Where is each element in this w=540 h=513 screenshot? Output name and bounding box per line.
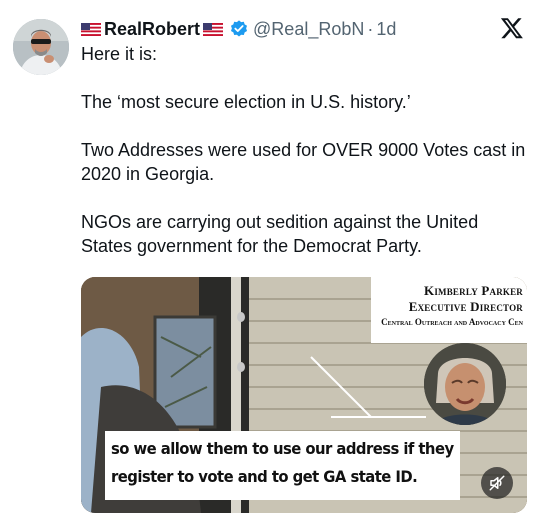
tweet-text: Here it is: The ‘most secure election in… (81, 42, 526, 282)
speaker-title: Executive Director (408, 299, 523, 314)
video-player[interactable]: Kimberly Parker Executive Director Centr… (81, 277, 527, 513)
tweet-paragraph: The ‘most secure election in U.S. histor… (81, 92, 411, 112)
speaker-inset-photo (424, 343, 506, 425)
video-caption: so we allow them to use our address if t… (105, 431, 460, 500)
user-handle[interactable]: @Real_RobN (253, 19, 364, 40)
speaker-face (424, 343, 506, 425)
muted-speaker-icon (489, 475, 505, 491)
caption-line: so we allow them to use our address if t… (111, 439, 454, 458)
avatar[interactable] (13, 19, 69, 75)
caption-line: register to vote and to get GA state ID. (111, 467, 418, 486)
avatar-image (13, 19, 69, 75)
mute-button[interactable] (481, 467, 513, 499)
separator-dot: · (367, 18, 374, 39)
name-lower-third: Kimberly Parker Executive Director Centr… (371, 277, 527, 343)
display-name[interactable]: RealRobert (104, 19, 200, 40)
tweet-header: RealRobert @Real_RobN · 1d (81, 16, 540, 42)
speaker-organization: Central Outreach and Advocacy Cen (381, 317, 523, 327)
tweet-paragraph: NGOs are carrying out sedition against t… (81, 212, 479, 256)
us-flag-icon (81, 22, 101, 36)
us-flag-icon (203, 22, 224, 36)
x-logo-icon[interactable] (500, 16, 524, 40)
verified-badge-icon (231, 20, 248, 37)
tweet-paragraph: Two Addresses were used for OVER 9000 Vo… (81, 140, 526, 184)
timestamp[interactable]: 1d (376, 19, 396, 40)
speaker-name: Kimberly Parker (424, 283, 523, 298)
tweet-paragraph: Here it is: (81, 44, 158, 64)
